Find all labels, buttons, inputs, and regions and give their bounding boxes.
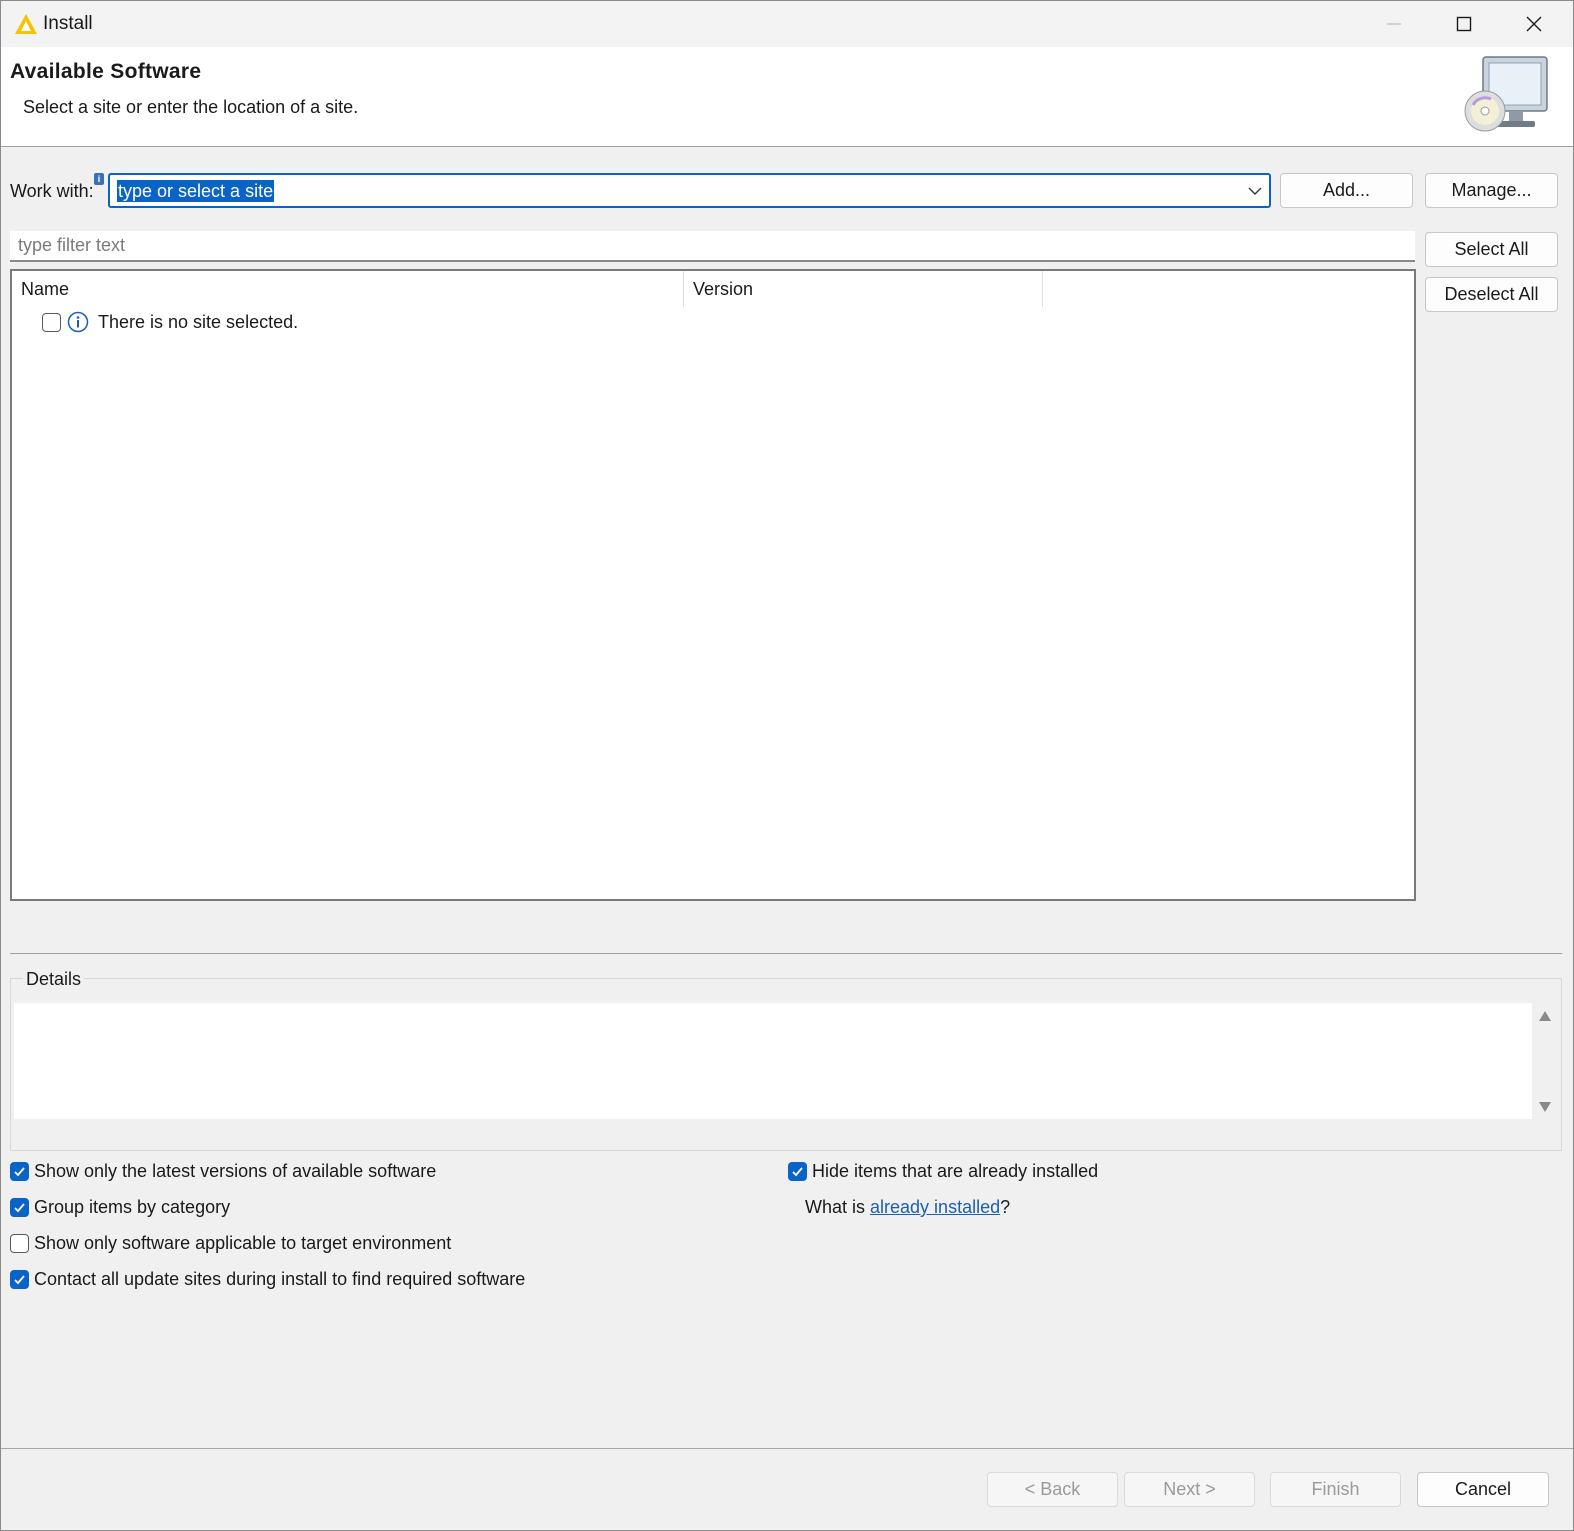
show-latest-label: Show only the latest versions of availab… (34, 1161, 437, 1181)
already-installed-line: What is already installed? (805, 1197, 1010, 1218)
show-latest-checkbox[interactable] (10, 1162, 29, 1181)
close-icon (1526, 16, 1542, 32)
checkmark-icon (14, 1167, 25, 1177)
applicable-only-checkbox[interactable] (10, 1234, 29, 1253)
scroll-down-arrow-icon[interactable] (1538, 1101, 1552, 1113)
checkmark-icon (14, 1275, 25, 1285)
content-assist-icon: i (94, 173, 104, 185)
title-bar: Install (1, 1, 1573, 47)
column-divider[interactable] (1042, 271, 1043, 307)
hide-installed-option[interactable]: Hide items that are already installed (788, 1161, 1098, 1182)
window-title: Install (43, 13, 93, 34)
row-label: There is no site selected. (98, 311, 299, 332)
page-header: Available Software Select a site or ente… (1, 47, 1573, 147)
work-with-combo[interactable]: type or select a site (108, 173, 1271, 208)
software-tree[interactable]: Name Version There is no site selected. (10, 269, 1416, 901)
column-divider[interactable] (683, 271, 684, 307)
hide-installed-checkbox[interactable] (788, 1162, 807, 1181)
checkmark-icon (792, 1167, 803, 1177)
maximize-icon (1456, 16, 1472, 32)
minimize-button[interactable] (1359, 1, 1429, 47)
applicable-only-label: Show only software applicable to target … (34, 1233, 452, 1253)
filter-input[interactable] (10, 231, 1415, 262)
close-button[interactable] (1499, 1, 1569, 47)
scroll-up-arrow-icon[interactable] (1538, 1010, 1552, 1022)
footer-divider (1, 1448, 1573, 1449)
maximize-button[interactable] (1429, 1, 1499, 47)
chevron-down-icon[interactable] (1247, 183, 1263, 199)
work-with-label: Work with: (10, 181, 94, 201)
manage-sites-button[interactable]: Manage... (1425, 173, 1558, 208)
select-all-button[interactable]: Select All (1425, 232, 1558, 267)
install-dialog: Install Available Software Select a site… (0, 0, 1574, 1531)
contact-all-sites-option[interactable]: Contact all update sites during install … (10, 1269, 525, 1290)
what-is-prefix: What is (805, 1197, 871, 1217)
checkmark-icon (14, 1203, 25, 1213)
row-checkbox[interactable] (42, 312, 61, 332)
work-with-input[interactable]: type or select a site (117, 180, 275, 202)
app-logo-icon (15, 14, 37, 34)
column-header-name[interactable]: Name (21, 279, 69, 300)
group-by-category-label: Group items by category (34, 1197, 231, 1217)
deselect-all-button[interactable]: Deselect All (1425, 277, 1558, 312)
details-label: Details (23, 969, 85, 990)
finish-button[interactable]: Finish (1270, 1472, 1401, 1507)
install-wizard-icon (1464, 56, 1548, 132)
table-row[interactable]: There is no site selected. (42, 309, 298, 335)
cancel-button[interactable]: Cancel (1417, 1472, 1549, 1507)
details-text-area[interactable] (14, 1003, 1532, 1119)
back-button[interactable]: < Back (987, 1472, 1118, 1507)
add-site-button[interactable]: Add... (1280, 173, 1413, 208)
already-installed-link[interactable]: already installed (870, 1197, 1000, 1217)
group-by-category-checkbox[interactable] (10, 1198, 29, 1217)
minimize-icon (1387, 23, 1401, 25)
hide-installed-label: Hide items that are already installed (812, 1161, 1099, 1181)
contact-all-sites-checkbox[interactable] (10, 1270, 29, 1289)
applicable-only-option[interactable]: Show only software applicable to target … (10, 1233, 451, 1254)
what-is-suffix: ? (1000, 1197, 1011, 1217)
page-description: Select a site or enter the location of a… (23, 97, 359, 117)
next-button[interactable]: Next > (1124, 1472, 1255, 1507)
page-title: Available Software (10, 60, 202, 83)
contact-all-sites-label: Contact all update sites during install … (34, 1269, 526, 1289)
show-latest-option[interactable]: Show only the latest versions of availab… (10, 1161, 436, 1182)
sash-divider[interactable] (10, 953, 1562, 954)
group-by-category-option[interactable]: Group items by category (10, 1197, 230, 1218)
column-header-version[interactable]: Version (693, 279, 753, 300)
info-icon (67, 311, 89, 333)
